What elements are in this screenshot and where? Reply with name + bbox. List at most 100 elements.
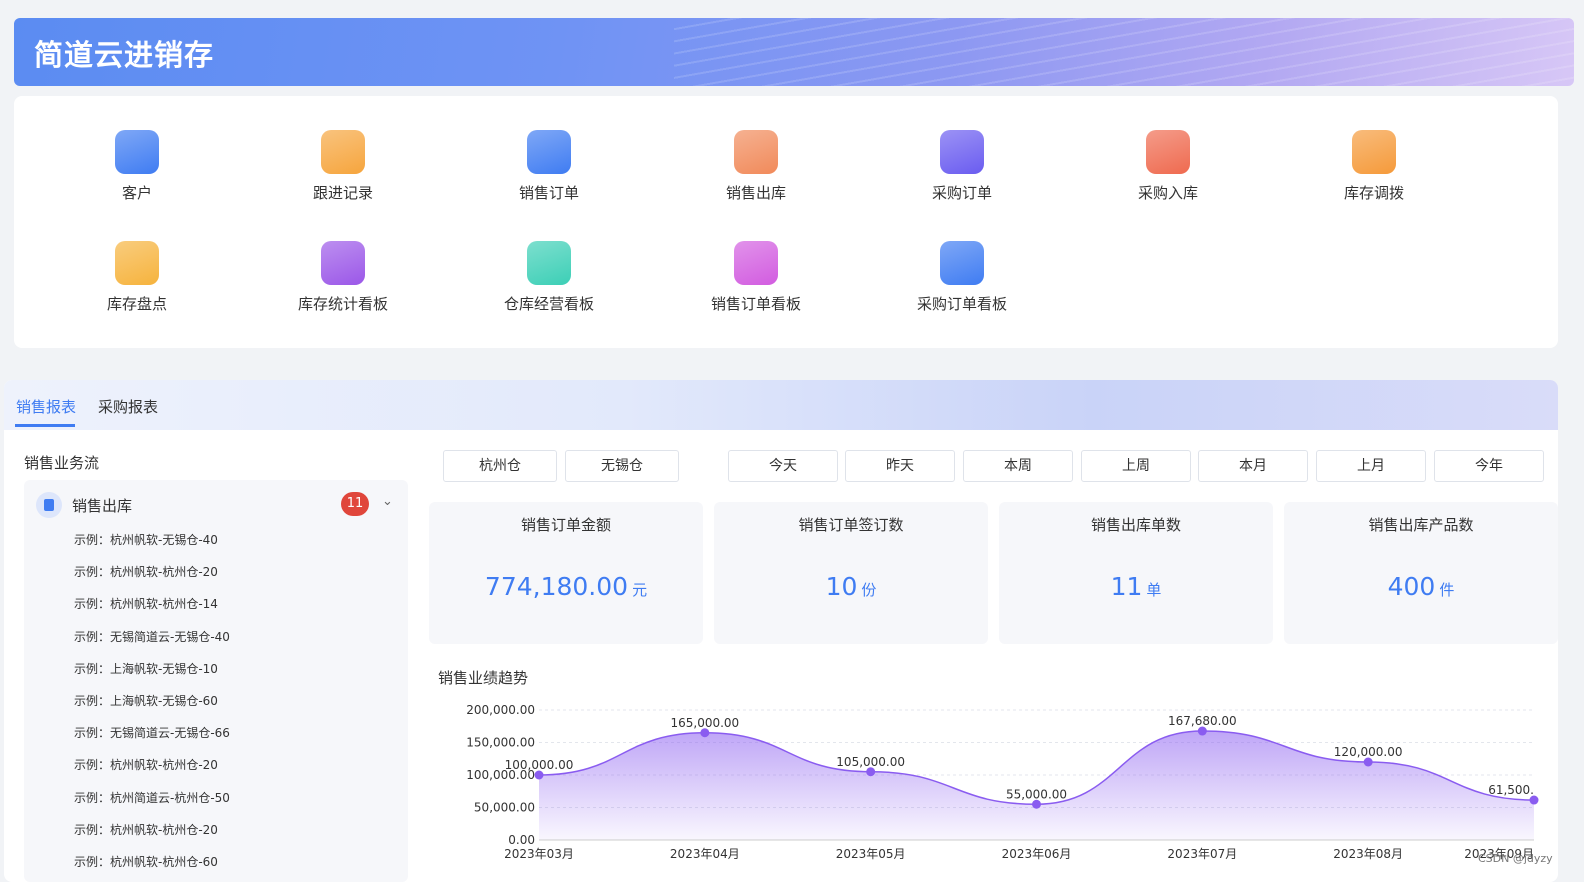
nav-item-label: 采购订单 [931, 184, 992, 202]
report-panel: 销售报表 采购报表 销售业务流 销售出库 11 ⌄ 示例：杭州帆软-无锡仓-40… [4, 380, 1558, 882]
kpi-card-outbound-products: 销售出库产品数 400 件 [1284, 502, 1558, 644]
filter-period-this-week[interactable]: 本周 [963, 450, 1073, 482]
chevron-down-icon[interactable]: ⌄ [382, 494, 393, 509]
kpi-value-line: 10 份 [714, 572, 988, 601]
flow-section-title: 销售业务流 [24, 454, 100, 472]
nav-item-11[interactable]: calendar-icon 采购订单看板 [887, 241, 1037, 314]
flow-list-item[interactable]: 示例：杭州帆软-杭州仓-20 [74, 756, 230, 788]
nav-item-6[interactable]: transfer-box-icon 库存调拨 [1299, 130, 1449, 203]
flow-item-list: 示例：杭州帆软-无锡仓-40 示例：杭州帆软-杭州仓-20 示例：杭州帆软-杭州仓-… [74, 531, 230, 882]
nav-item-label: 销售订单 [518, 184, 579, 202]
nav-item-9[interactable]: bar-chart-icon 仓库经营看板 [474, 241, 624, 314]
flow-list-item[interactable]: 示例：杭州帆软-杭州仓-20 [74, 563, 230, 595]
nav-item-label: 采购订单看板 [916, 295, 1007, 313]
x-tick-label: 2023年05月 [836, 847, 906, 861]
kpi-card-order-count: 销售订单签订数 10 份 [714, 502, 988, 644]
flow-list-item[interactable]: 示例：杭州帆软-杭州仓-14 [74, 595, 230, 627]
quick-nav-panel: customer-icon 客户 shield-check-icon 跟进记录 docu… [14, 96, 1558, 348]
y-tick-label: 50,000.00 [474, 801, 535, 815]
nav-item-10[interactable]: card-icon 销售订单看板 [681, 241, 831, 314]
data-label: 61,500. [1488, 783, 1534, 797]
kpi-card-outbound-count: 销售出库单数 11 单 [999, 502, 1273, 644]
data-label: 165,000.00 [670, 716, 739, 730]
kpi-value: 11 [1110, 572, 1143, 601]
filter-warehouse-wuxi[interactable]: 无锡仓 [565, 450, 679, 482]
data-label: 100,000.00 [505, 758, 574, 772]
kpi-value: 10 [825, 572, 858, 601]
nav-icon: card-icon [734, 241, 778, 285]
kpi-value-line: 400 件 [1284, 572, 1558, 601]
active-tab-indicator [15, 424, 75, 427]
kpi-unit: 件 [1439, 581, 1455, 599]
nav-icon: folder-icon [115, 241, 159, 285]
kpi-title: 销售出库产品数 [1368, 516, 1474, 534]
nav-item-label: 销售出库 [725, 184, 786, 202]
filter-period-last-month[interactable]: 上月 [1316, 450, 1426, 482]
filter-period-yesterday[interactable]: 昨天 [845, 450, 955, 482]
data-label: 167,680.00 [1168, 714, 1237, 728]
trend-chart-title: 销售业绩趋势 [438, 669, 529, 687]
kpi-value-line: 774,180.00 元 [429, 572, 703, 601]
kpi-value: 400 [1387, 572, 1436, 601]
app-title: 简道云进销存 [34, 38, 215, 72]
x-tick-label: 2023年08月 [1333, 847, 1403, 861]
document-icon [36, 492, 62, 518]
filter-period-last-week[interactable]: 上周 [1081, 450, 1191, 482]
kpi-unit: 份 [861, 581, 877, 599]
flow-list-item[interactable]: 示例：上海帆软-无锡仓-10 [74, 660, 230, 692]
kpi-unit: 单 [1146, 581, 1162, 599]
flow-list-item[interactable]: 示例：上海帆软-无锡仓-60 [74, 692, 230, 724]
y-tick-label: 0.00 [508, 833, 535, 847]
flow-group-name: 销售出库 [72, 497, 133, 515]
y-tick-label: 150,000.00 [466, 736, 535, 750]
nav-item-1[interactable]: shield-check-icon 跟进记录 [268, 130, 418, 203]
flow-list-item[interactable]: 示例：杭州帆软-杭州仓-20 [74, 821, 230, 853]
kpi-card-sales-amount: 销售订单金额 774,180.00 元 [429, 502, 703, 644]
flow-list-item[interactable]: 示例：无锡简道云-无锡仓-66 [74, 724, 230, 756]
nav-item-label: 采购入库 [1137, 184, 1198, 202]
kpi-value-line: 11 单 [999, 572, 1273, 601]
x-tick-label: 2023年07月 [1167, 847, 1237, 861]
kpi-unit: 元 [632, 581, 648, 599]
nav-item-7[interactable]: folder-icon 库存盘点 [62, 241, 212, 314]
nav-icon: transfer-box-icon [1352, 130, 1396, 174]
kpi-value: 774,180.00 [484, 572, 629, 601]
nav-item-3[interactable]: export-icon 销售出库 [681, 130, 831, 203]
filter-period-this-year[interactable]: 今年 [1434, 450, 1544, 482]
x-tick-label: 2023年03月 [504, 847, 574, 861]
sales-trend-chart: 0.00 50,000.00 100,000.00 150,000.00 200,000… [466, 703, 1539, 861]
kpi-title: 销售订单签订数 [798, 516, 904, 534]
tab-sales-report[interactable]: 销售报表 [16, 396, 76, 417]
app-header-banner: 简道云进销存 [14, 18, 1574, 86]
nav-item-0[interactable]: customer-icon 客户 [62, 130, 212, 203]
filter-warehouse-hangzhou[interactable]: 杭州仓 [443, 450, 557, 482]
count-badge: 11 [341, 492, 369, 516]
nav-icon: calendar-icon [940, 241, 984, 285]
nav-item-label: 库存统计看板 [297, 295, 388, 313]
nav-icon: chart-circle-icon [321, 241, 365, 285]
banner-wave-decoration [674, 18, 1574, 86]
y-tick-label: 200,000.00 [466, 703, 535, 717]
nav-item-8[interactable]: chart-circle-icon 库存统计看板 [268, 241, 418, 314]
flow-list-item[interactable]: 示例：杭州简道云-杭州仓-50 [74, 789, 230, 821]
nav-icon: flag-star-icon [1146, 130, 1190, 174]
kpi-title: 销售订单金额 [520, 516, 611, 534]
filter-period-this-month[interactable]: 本月 [1198, 450, 1308, 482]
nav-item-label: 客户 [121, 184, 152, 202]
nav-item-2[interactable]: document-list-icon 销售订单 [474, 130, 624, 203]
nav-item-label: 库存盘点 [106, 295, 167, 313]
nav-icon: shield-check-icon [321, 130, 365, 174]
nav-icon: export-icon [734, 130, 778, 174]
nav-item-label: 跟进记录 [312, 184, 373, 202]
filter-period-today[interactable]: 今天 [728, 450, 838, 482]
tab-purchase-report[interactable]: 采购报表 [98, 396, 158, 417]
watermark: CSDN @jdyzy [1478, 852, 1553, 865]
flow-list-item[interactable]: 示例：杭州帆软-无锡仓-40 [74, 531, 230, 563]
kpi-title: 销售出库单数 [1090, 516, 1181, 534]
nav-item-4[interactable]: cart-icon 采购订单 [887, 130, 1037, 203]
nav-item-5[interactable]: flag-star-icon 采购入库 [1093, 130, 1243, 203]
flow-list-item[interactable]: 示例：无锡简道云-无锡仓-40 [74, 628, 230, 660]
nav-icon: document-list-icon [527, 130, 571, 174]
flow-group-header[interactable]: 销售出库 11 ⌄ [36, 492, 396, 518]
flow-list-item[interactable]: 示例：杭州帆软-杭州仓-60 [74, 853, 230, 882]
